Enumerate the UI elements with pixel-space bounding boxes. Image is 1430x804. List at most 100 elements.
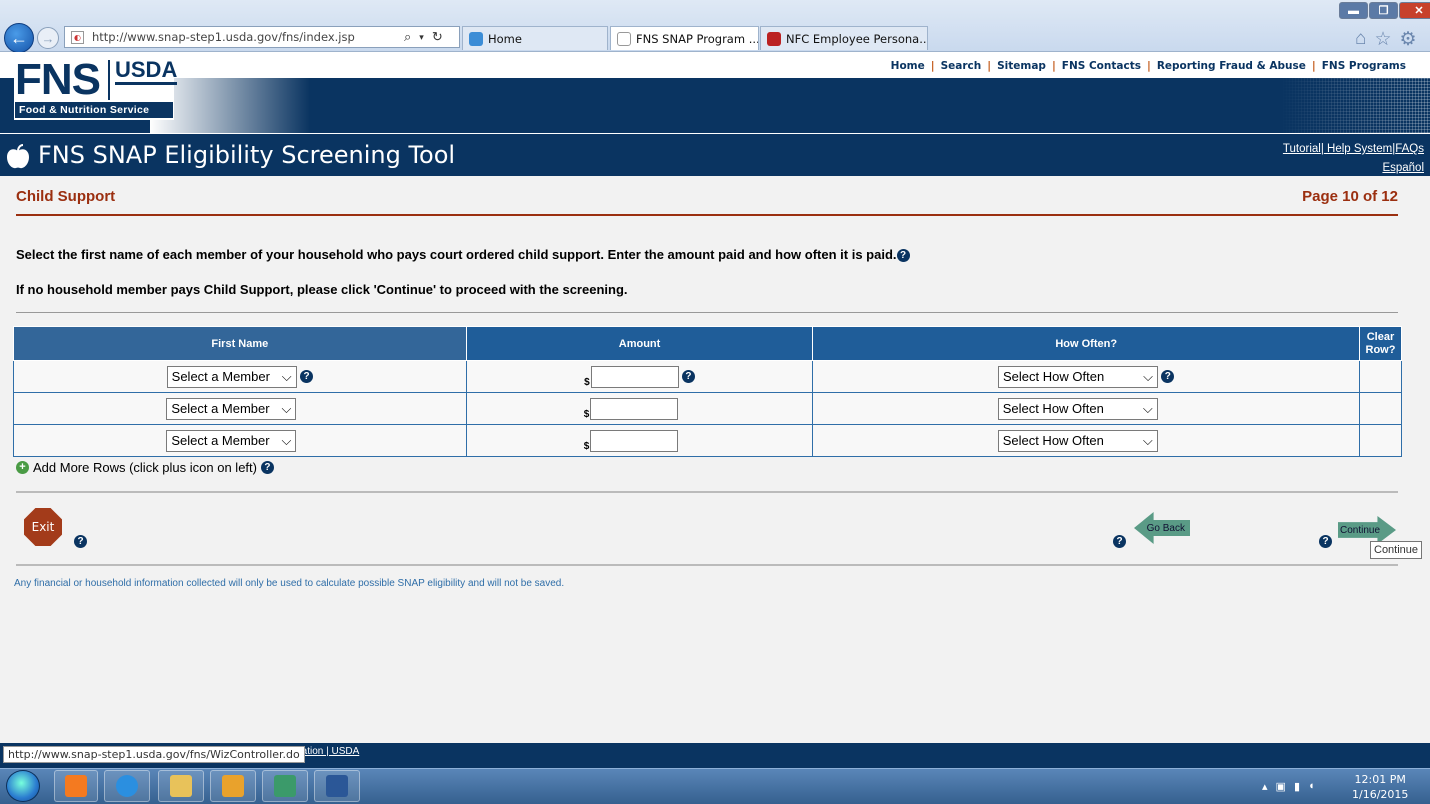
clear-row-cell[interactable] [1358,360,1403,393]
nav-link-programs[interactable]: FNS Programs [1322,60,1406,72]
site-top-nav: Home | Search | Sitemap | FNS Contacts | Rep… [890,60,1406,72]
child-support-table: First Name Amount How Often? Clear Row? … [13,326,1403,457]
page-favicon-icon [617,31,631,46]
favorites-star-icon[interactable]: ☆ [1374,28,1391,51]
divider [16,564,1398,566]
chevron-down-icon: ⌵ [1143,368,1154,384]
continue-tooltip: Continue [1370,541,1423,559]
espanol-link[interactable]: Español [1382,162,1424,174]
logo-usda-text: USDA [115,58,178,85]
chevron-down-icon: ⌵ [1142,400,1153,416]
settings-gear-icon[interactable]: ⚙ [1400,28,1417,51]
tab-home[interactable]: Home [462,26,608,50]
address-text: http://www.snap-step1.usda.gov/fns/index… [92,30,355,44]
show-hidden-icon[interactable]: ▴ [1262,780,1268,793]
taskbar-media-player[interactable] [54,770,98,802]
col-how-often: How Often? [812,326,1360,361]
forward-button[interactable]: → [37,27,59,49]
no-child-support-text: If no household member pays Child Suppor… [16,282,628,297]
help-system-link[interactable]: Help System [1324,143,1392,155]
heading-divider [16,214,1398,216]
apple-icon [7,144,29,169]
chevron-down-icon: ⌵ [281,368,292,384]
word-icon [326,775,348,797]
exit-button[interactable]: Exit [24,508,62,546]
nav-link-fraud[interactable]: Reporting Fraud & Abuse [1157,60,1306,72]
tab-fns-snap[interactable]: FNS SNAP Program ... × [610,26,759,50]
how-often-select[interactable]: Select How Often ⌵ [998,365,1159,388]
how-often-select[interactable]: Select How Often ⌵ [997,429,1158,452]
close-icon[interactable]: ✕ [1399,2,1430,19]
plus-icon[interactable]: + [16,461,29,474]
ie-icon [116,775,138,797]
signal-icon[interactable]: ▮ [1294,780,1300,793]
refresh-icon[interactable]: ↻ [432,29,443,45]
nav-link-sitemap[interactable]: Sitemap [997,60,1046,72]
amount-input[interactable] [590,397,679,420]
amount-input[interactable] [590,365,679,388]
help-icon[interactable]: ? [260,461,274,474]
restore-icon[interactable]: ❐ [1369,2,1398,19]
app-icon [274,775,296,797]
taskbar-clock[interactable]: 12:01 PM 1/16/2015 [1352,772,1408,802]
logo-fns-text: FNS [15,55,101,104]
nav-link-search[interactable]: Search [941,60,982,72]
home-icon[interactable]: ⌂ [1355,28,1366,51]
logo-separator [108,60,110,100]
help-icon[interactable]: ? [74,535,87,548]
network-icon[interactable]: ▣ [1276,780,1286,793]
page-indicator: Page 10 of 12 [1302,188,1398,205]
address-tools: ⌕ ▾ ↻ [404,26,443,48]
minimize-icon[interactable]: ▬ [1339,2,1368,19]
clear-row-cell[interactable] [1358,392,1403,425]
page-title: Child Support [16,188,116,205]
clear-row-cell[interactable] [1358,424,1403,457]
banner-fade [150,78,310,133]
member-select[interactable]: Select a Member ⌵ [166,429,297,452]
dropdown-icon[interactable]: ▾ [419,32,424,43]
taskbar-explorer[interactable] [158,770,204,802]
help-icon[interactable]: ? [1113,535,1126,548]
col-first-name: First Name [13,326,467,361]
volume-icon[interactable]: ◖ [1308,780,1315,792]
nfc-flag-icon [767,31,781,46]
nav-link-home[interactable]: Home [891,60,925,72]
status-bar-url: http://www.snap-step1.usda.gov/fns/WizCo… [3,746,305,763]
member-select[interactable]: Select a Member ⌵ [166,365,297,388]
media-player-icon [65,775,87,797]
divider [16,312,1398,313]
help-icon[interactable]: ? [1319,535,1332,548]
help-icon[interactable]: ? [896,249,910,263]
taskbar-outlook[interactable] [210,770,256,802]
nav-link-contacts[interactable]: FNS Contacts [1062,60,1141,72]
amount-input[interactable] [590,429,679,452]
table-row: Select a Member ⌵ ? $ ? Select How Often ⌵… [13,360,1403,393]
table-row: Select a Member ⌵ $ Select How Often ⌵ [13,392,1403,425]
back-button[interactable]: ← [4,23,34,53]
help-icon[interactable]: ? [681,370,695,383]
faqs-link[interactable]: FAQs [1395,143,1424,155]
tutorial-link[interactable]: Tutorial [1283,143,1321,155]
address-bar[interactable]: ◐ http://www.snap-step1.usda.gov/fns/ind… [64,26,460,48]
logo-subtitle: Food & Nutrition Service [15,102,173,118]
taskbar-ie[interactable] [104,770,150,802]
table-row: Select a Member ⌵ $ Select How Often ⌵ [13,424,1403,457]
folder-icon [170,775,192,797]
start-button[interactable] [6,770,40,802]
ie-icon [469,31,483,46]
app-title: FNS SNAP Eligibility Screening Tool [38,141,456,169]
member-select[interactable]: Select a Member ⌵ [166,397,297,420]
tab-nfc[interactable]: NFC Employee Persona... [760,26,928,50]
window-controls: ▬ ❐ ✕ [1339,2,1430,19]
continue-button[interactable]: Continue [1338,516,1396,544]
help-icon[interactable]: ? [1161,370,1175,383]
taskbar-app[interactable] [262,770,308,802]
go-back-button[interactable]: Go Back [1134,512,1190,544]
how-often-select[interactable]: Select How Often ⌵ [997,397,1158,420]
page-favicon-icon: ◐ [71,30,84,44]
search-icon[interactable]: ⌕ [404,29,411,45]
help-icon[interactable]: ? [300,370,313,383]
privacy-disclaimer: Any financial or household information c… [14,578,565,589]
taskbar-word[interactable] [314,770,360,802]
add-more-rows: + Add More Rows (click plus icon on left… [16,460,274,475]
